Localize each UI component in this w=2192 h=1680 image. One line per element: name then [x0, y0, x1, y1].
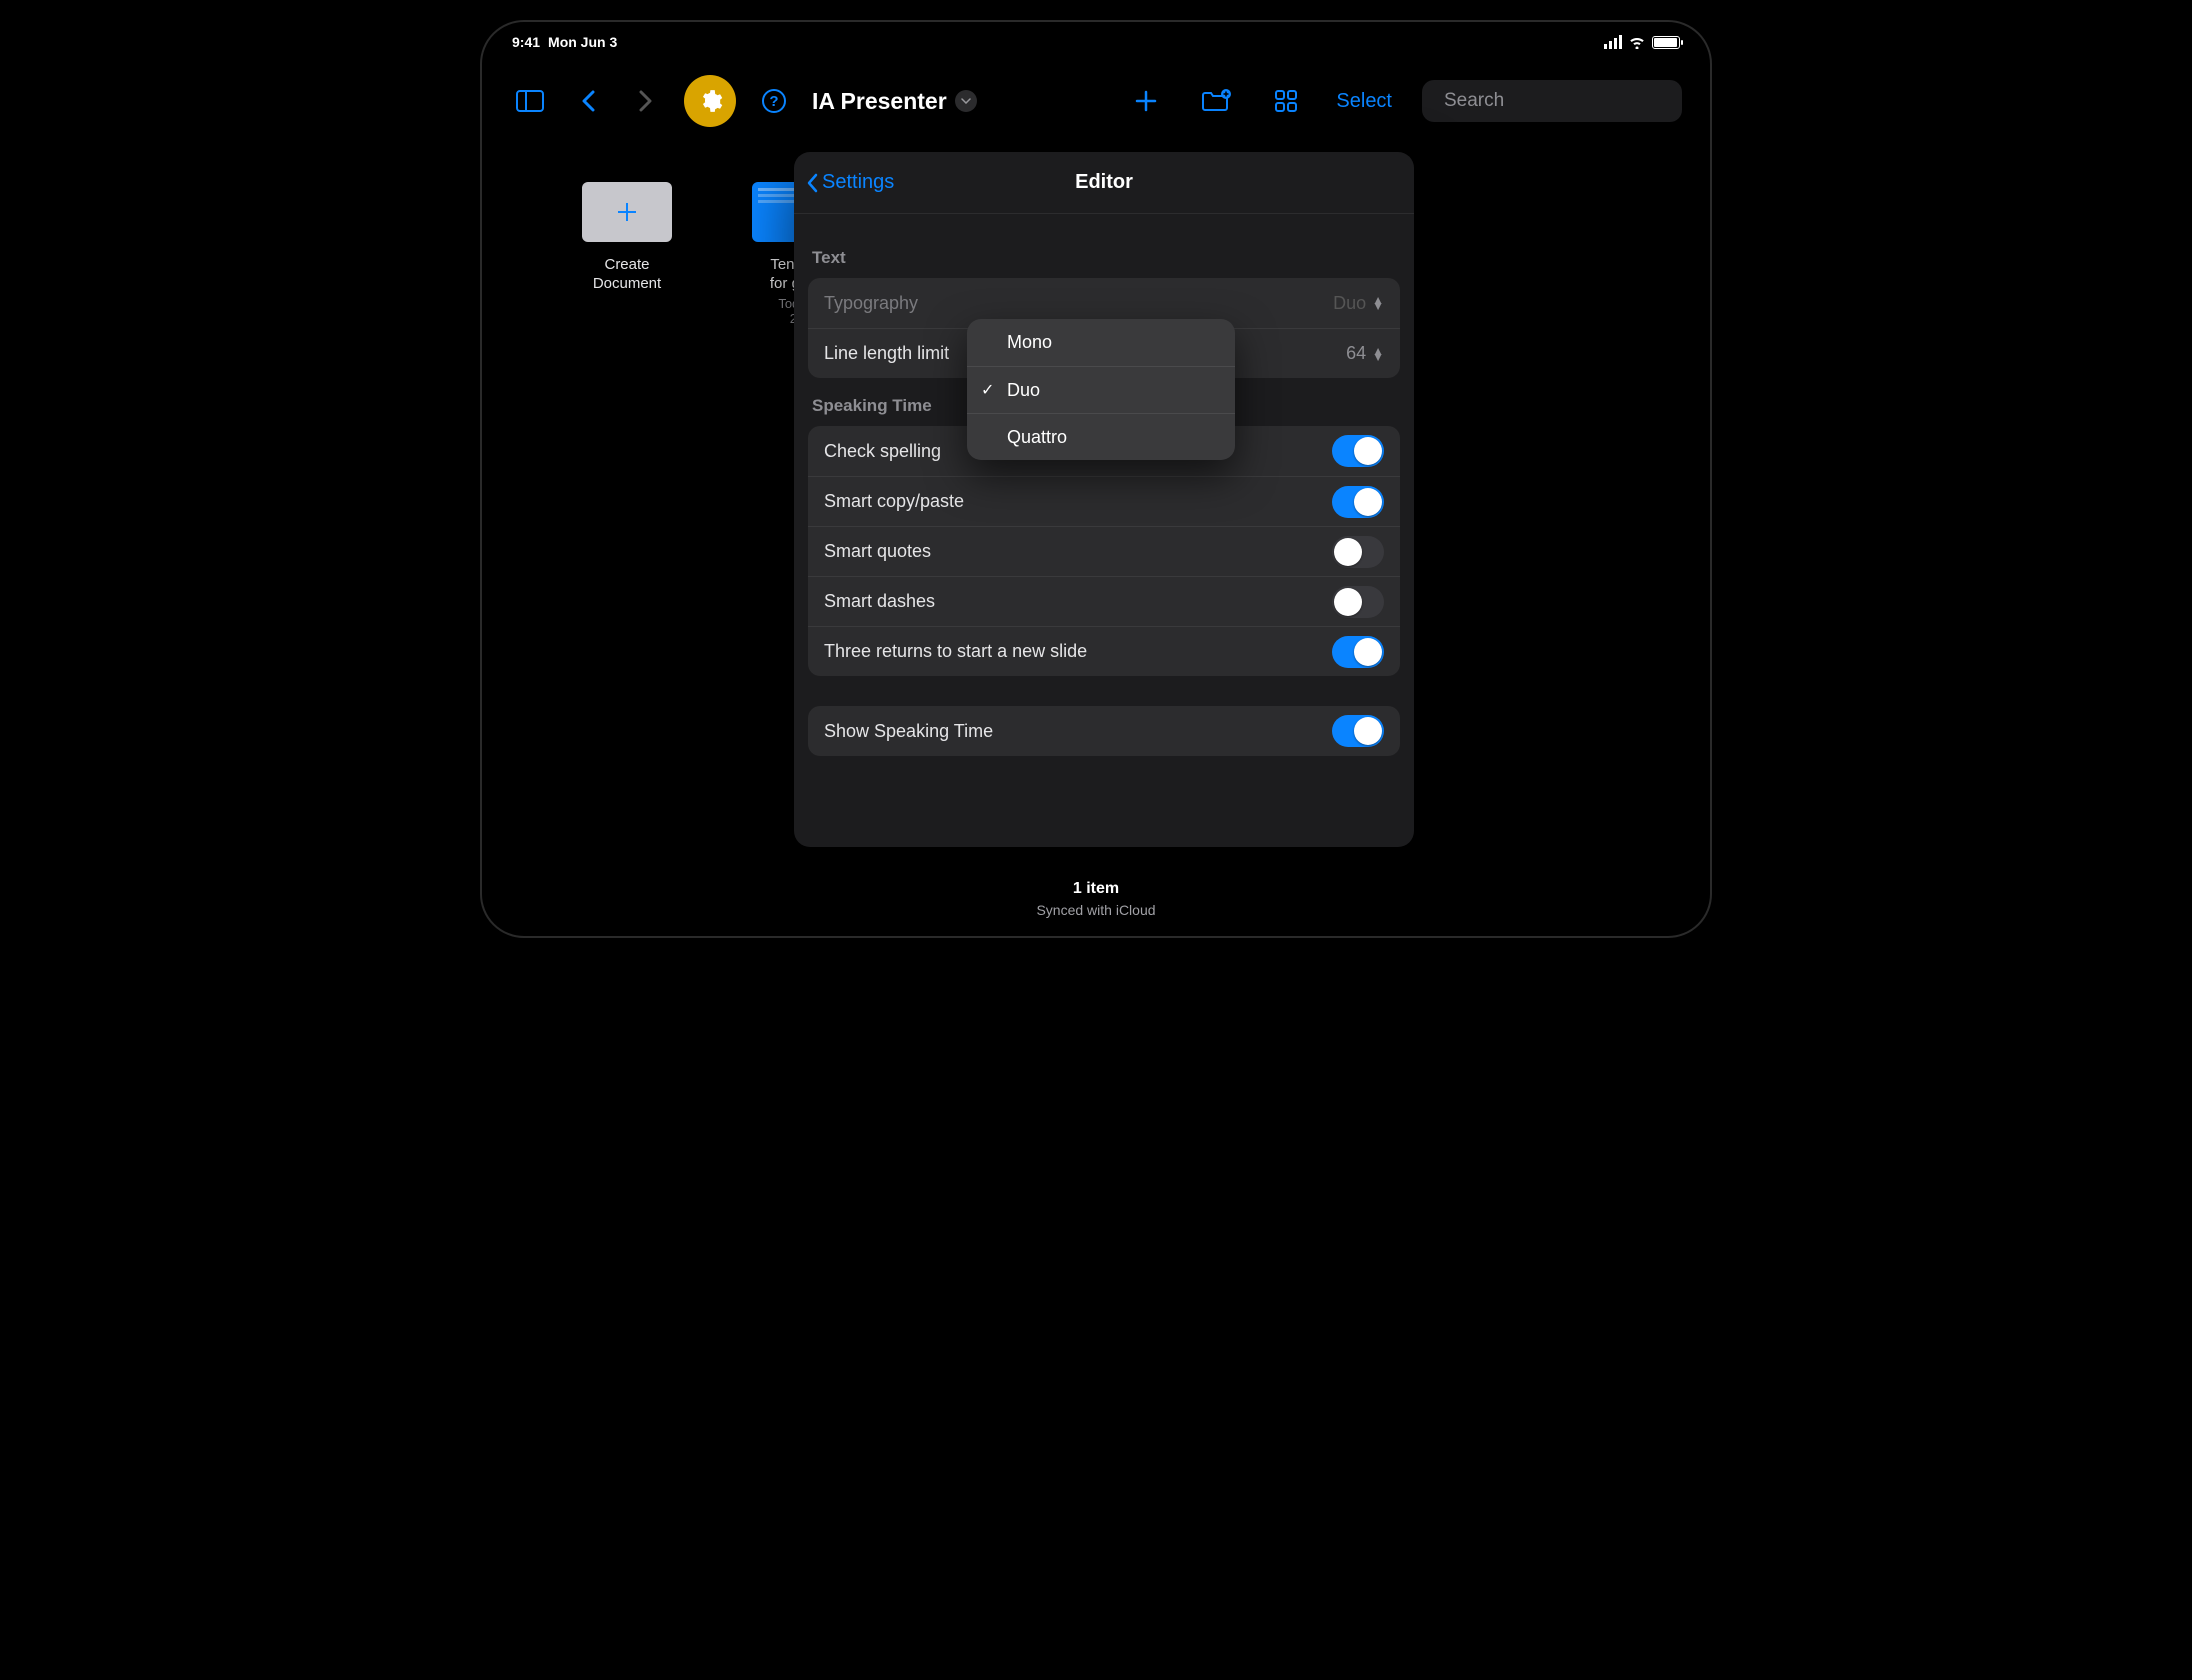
three-returns-row: Three returns to start a new slide	[808, 626, 1400, 676]
status-time: 9:41	[512, 34, 540, 50]
new-button[interactable]	[1126, 81, 1166, 121]
create-label-2: Document	[572, 275, 682, 294]
settings-popover: Settings Editor Text Typography Duo ▲▼ L…	[794, 152, 1414, 847]
toolbar: ? IA Presenter Select	[482, 66, 1710, 136]
check-spelling-toggle[interactable]	[1332, 435, 1384, 467]
smart-dashes-label: Smart dashes	[824, 591, 935, 612]
sync-status: Synced with iCloud	[482, 902, 1710, 918]
sidebar-toggle-button[interactable]	[510, 81, 550, 121]
title-dropdown-icon	[955, 90, 977, 112]
new-folder-button[interactable]	[1196, 81, 1236, 121]
smart-copy-toggle[interactable]	[1332, 486, 1384, 518]
status-date: Mon Jun 3	[548, 34, 617, 50]
search-input[interactable]	[1444, 90, 1689, 112]
dropdown-option-duo[interactable]: Duo	[967, 366, 1235, 413]
create-label-1: Create	[572, 256, 682, 275]
typography-dropdown: Mono Duo Quattro	[967, 319, 1235, 460]
line-length-value: 64	[1346, 343, 1366, 364]
smart-quotes-label: Smart quotes	[824, 541, 931, 562]
battery-icon	[1652, 36, 1680, 49]
popover-back-button[interactable]: Settings	[806, 171, 894, 194]
search-field[interactable]	[1422, 80, 1682, 122]
show-speaking-group: Show Speaking Time	[808, 706, 1400, 756]
smart-copy-label: Smart copy/paste	[824, 491, 964, 512]
popover-title: Editor	[1075, 171, 1133, 194]
check-spelling-label: Check spelling	[824, 441, 941, 462]
select-button[interactable]: Select	[1336, 90, 1392, 113]
speaking-settings-group: Check spelling Smart copy/paste Smart qu…	[808, 426, 1400, 676]
dropdown-option-mono[interactable]: Mono	[967, 319, 1235, 366]
plus-icon	[582, 182, 672, 242]
smart-dashes-toggle[interactable]	[1332, 586, 1384, 618]
popover-header: Settings Editor	[794, 152, 1414, 214]
typography-label: Typography	[824, 293, 918, 314]
create-document-button[interactable]: Create Document	[572, 182, 682, 326]
back-button[interactable]	[568, 81, 608, 121]
grid-view-button[interactable]	[1266, 81, 1306, 121]
wifi-icon	[1628, 35, 1646, 49]
gear-icon	[697, 88, 723, 114]
forward-button	[626, 81, 666, 121]
show-speaking-label: Show Speaking Time	[824, 721, 993, 742]
smart-quotes-toggle[interactable]	[1332, 536, 1384, 568]
chevron-left-icon	[806, 173, 818, 193]
three-returns-toggle[interactable]	[1332, 636, 1384, 668]
line-length-label: Line length limit	[824, 343, 949, 364]
typography-value: Duo	[1333, 293, 1366, 314]
status-bar: 9:41 Mon Jun 3	[482, 22, 1710, 62]
help-button[interactable]: ?	[754, 81, 794, 121]
dropdown-option-quattro[interactable]: Quattro	[967, 413, 1235, 460]
app-title[interactable]: IA Presenter	[812, 88, 977, 115]
smart-dashes-row: Smart dashes	[808, 576, 1400, 626]
updown-icon: ▲▼	[1372, 348, 1384, 360]
svg-text:?: ?	[769, 93, 778, 110]
show-speaking-row: Show Speaking Time	[808, 706, 1400, 756]
device-frame: 9:41 Mon Jun 3 ? IA Presenter	[480, 20, 1712, 938]
settings-button[interactable]	[684, 75, 736, 127]
cellular-icon	[1604, 35, 1622, 49]
section-text-header: Text	[794, 230, 1414, 278]
updown-icon: ▲▼	[1372, 297, 1384, 309]
smart-copy-row: Smart copy/paste	[808, 476, 1400, 526]
smart-quotes-row: Smart quotes	[808, 526, 1400, 576]
show-speaking-toggle[interactable]	[1332, 715, 1384, 747]
three-returns-label: Three returns to start a new slide	[824, 641, 1087, 662]
popover-back-label: Settings	[822, 171, 894, 194]
item-count: 1 item	[482, 880, 1710, 898]
app-title-label: IA Presenter	[812, 88, 947, 115]
footer-status: 1 item Synced with iCloud	[482, 880, 1710, 918]
